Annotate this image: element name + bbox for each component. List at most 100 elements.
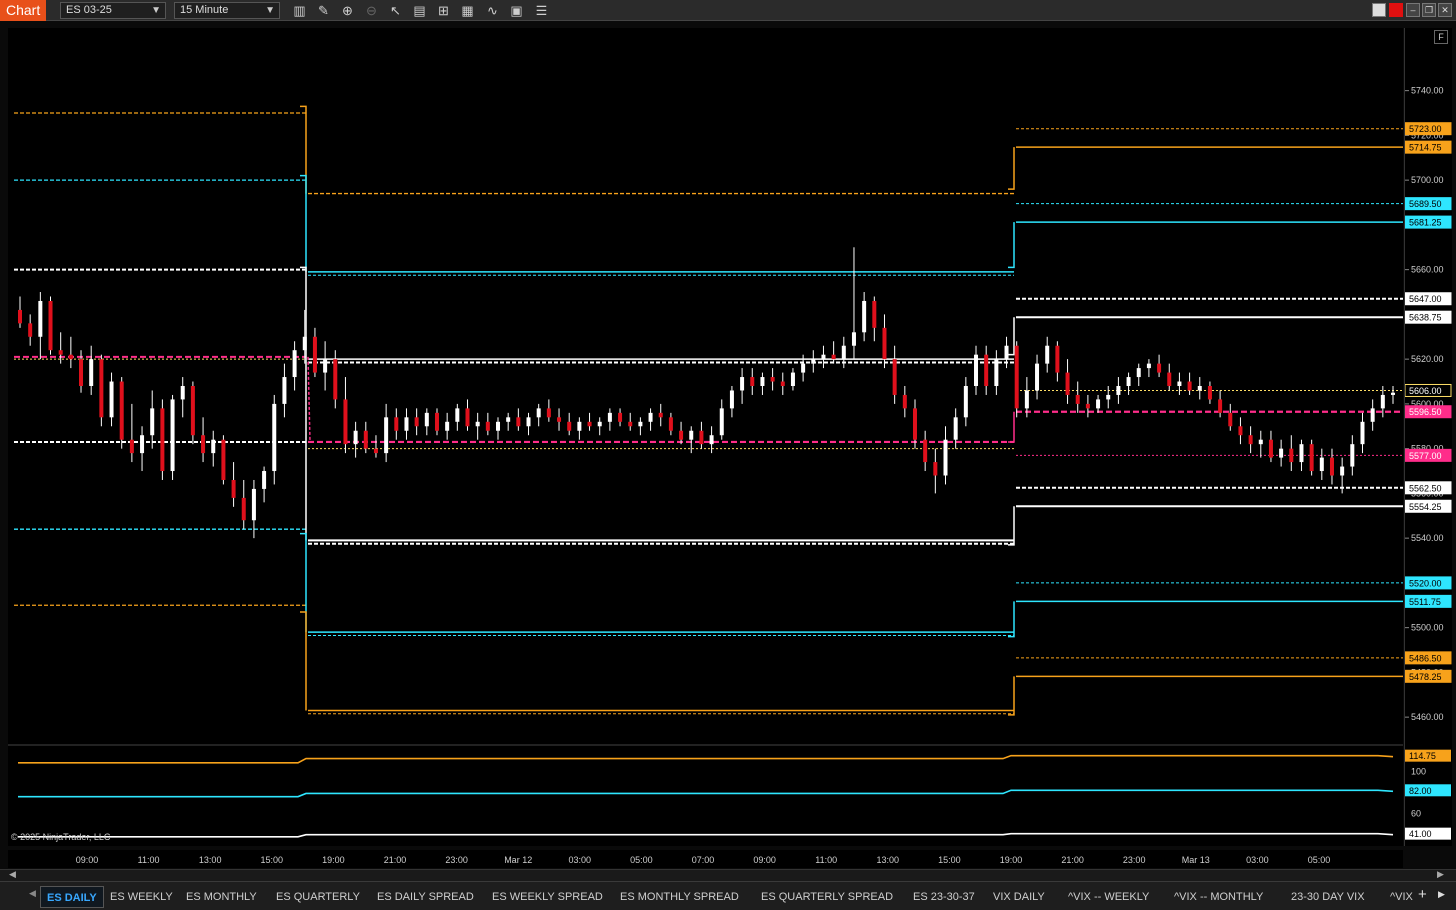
chart-panel[interactable]: © 2025 NinjaTrader, LLC xyxy=(8,28,1403,846)
candle-down xyxy=(18,309,22,324)
time-tick-label: 11:00 xyxy=(815,855,837,865)
price-tick-label: 5500.00 xyxy=(1411,623,1444,633)
chart-app-label[interactable]: Chart xyxy=(0,0,46,21)
candle-down xyxy=(1329,457,1334,476)
candle-down xyxy=(465,408,470,427)
price-flag: 5511.75 xyxy=(1404,594,1452,608)
instrument-selector[interactable]: ES 03-25 ▼ xyxy=(60,2,166,19)
tab-vix-daily[interactable]: VIX DAILY xyxy=(987,886,1051,908)
instrument-selector-value: ES 03-25 xyxy=(66,4,112,16)
pointer-icon[interactable]: ↖ xyxy=(387,2,404,19)
candle-up xyxy=(1197,386,1202,391)
tab-es-weekly[interactable]: ES WEEKLY xyxy=(104,886,179,908)
candle-up xyxy=(1106,394,1111,400)
candle-down xyxy=(699,430,704,445)
chart-toolbar: Chart ES 03-25 ▼ 15 Minute ▼ ▥ ✎ ⊕ ⊖ ↖ ▤… xyxy=(0,0,1456,21)
tab-scroll-left-icon[interactable]: ◀ xyxy=(29,888,36,899)
close-button[interactable]: ✕ xyxy=(1438,3,1452,17)
price-flag: 5520.00 xyxy=(1404,576,1452,590)
tab-vix-weekly[interactable]: ^VIX -- WEEKLY xyxy=(1062,886,1155,908)
link-red-button[interactable] xyxy=(1389,3,1403,17)
drawing-tool-icon[interactable]: ✎ xyxy=(315,2,332,19)
candle-down xyxy=(231,479,236,498)
instrument-overlay-icon[interactable]: ▦ xyxy=(459,2,476,19)
candle-up xyxy=(272,403,277,472)
level-magenta-connector xyxy=(307,356,311,442)
candle-down xyxy=(872,300,877,328)
indicator-flag-label: 82.00 xyxy=(1409,786,1432,796)
price-tick-label: 5700.00 xyxy=(1411,175,1444,185)
tab-es-daily-spread[interactable]: ES DAILY SPREAD xyxy=(371,886,480,908)
indicators-icon[interactable]: ∿ xyxy=(484,2,501,19)
candle-down xyxy=(68,354,73,360)
zoom-in-icon[interactable]: ⊕ xyxy=(339,2,356,19)
indicator-flag-label: 41.00 xyxy=(1409,829,1432,839)
candle-up xyxy=(577,421,582,431)
tab-es-monthly-spread[interactable]: ES MONTHLY SPREAD xyxy=(614,886,745,908)
data-box-icon[interactable]: ▤ xyxy=(411,2,428,19)
price-tick-label: 5740.00 xyxy=(1411,86,1444,96)
tab-es-monthly[interactable]: ES MONTHLY xyxy=(180,886,263,908)
chart-trader-icon[interactable]: ⊞ xyxy=(435,2,452,19)
candle-up xyxy=(109,381,114,418)
candle-down xyxy=(394,417,399,431)
price-flag-label: 5478.25 xyxy=(1409,672,1442,682)
price-flag-label: 5562.50 xyxy=(1409,483,1442,493)
price-flag-label: 5647.00 xyxy=(1409,294,1442,304)
price-flag: 5596.50 xyxy=(1404,405,1452,419)
tab-es-quarterly-spread[interactable]: ES QUARTERLY SPREAD xyxy=(755,886,899,908)
panel-f-button[interactable]: F xyxy=(1434,30,1448,44)
tab-scroll-right-icon[interactable]: ▶ xyxy=(1438,889,1445,900)
strategies-icon[interactable]: ▣ xyxy=(508,2,525,19)
candle-up xyxy=(1126,377,1131,386)
price-flag-label: 5723.00 xyxy=(1409,124,1442,134)
maximize-button[interactable]: ❐ xyxy=(1422,3,1436,17)
scroll-right-icon[interactable]: ▶ xyxy=(1437,869,1444,880)
candle-down xyxy=(516,417,521,427)
candle-up xyxy=(211,439,216,454)
price-flag: 5647.00 xyxy=(1404,292,1452,306)
link-color-button[interactable] xyxy=(1372,3,1386,17)
properties-icon[interactable]: ☰ xyxy=(533,2,550,19)
time-tick-label: 21:00 xyxy=(384,855,407,865)
candle-up xyxy=(282,377,287,404)
candle-up xyxy=(811,359,816,364)
time-axis-scale: 09:00 11:00 13:00 15:00 19:00 21:00 23:00 Mar 1… xyxy=(76,855,1331,865)
interval-selector[interactable]: 15 Minute ▼ xyxy=(174,2,280,19)
copyright-text: © 2025 NinjaTrader, LLC xyxy=(11,832,111,842)
tab-23-30-day-vix[interactable]: 23-30 DAY VIX xyxy=(1285,886,1371,908)
candle-down xyxy=(618,412,623,422)
minimize-button[interactable]: – xyxy=(1406,3,1420,17)
time-tick-label: 19:00 xyxy=(1000,855,1023,865)
candle-up xyxy=(38,300,43,337)
candle-up xyxy=(251,488,256,521)
time-tick-label: Mar 12 xyxy=(504,855,532,865)
price-tick-label: 5540.00 xyxy=(1411,533,1444,543)
tab-es-23-30-37[interactable]: ES 23-30-37 xyxy=(907,886,981,908)
add-tab-icon[interactable]: + xyxy=(1418,886,1427,903)
time-tick-label: 05:00 xyxy=(630,855,653,865)
candle-down xyxy=(912,408,917,440)
price-chart[interactable]: © 2025 NinjaTrader, LLC xyxy=(8,28,1403,846)
tab-es-quarterly[interactable]: ES QUARTERLY xyxy=(270,886,366,908)
candle-down xyxy=(1207,386,1212,400)
tab-vix-monthly[interactable]: ^VIX -- MONTHLY xyxy=(1168,886,1269,908)
candle-down xyxy=(221,439,226,480)
price-flag: 5562.50 xyxy=(1404,481,1452,495)
candle-up xyxy=(424,412,429,427)
tab-vix[interactable]: ^VIX xyxy=(1384,886,1419,908)
zoom-out-icon[interactable]: ⊖ xyxy=(363,2,380,19)
tab-es-weekly-spread[interactable]: ES WEEKLY SPREAD xyxy=(486,886,609,908)
scroll-left-icon[interactable]: ◀ xyxy=(9,869,16,880)
price-axis[interactable]: 5740.005720.005700.005680.005660.005640.… xyxy=(1404,28,1452,846)
bar-type-icon[interactable]: ▥ xyxy=(291,2,308,19)
candle-up xyxy=(1350,444,1355,467)
candle-up xyxy=(180,386,185,400)
candle-up xyxy=(536,408,541,418)
horizontal-scrollbar[interactable]: ◀ ▶ xyxy=(0,869,1456,881)
price-flag-label: 5638.75 xyxy=(1409,313,1442,323)
candle-down xyxy=(1157,363,1162,373)
time-axis[interactable]: 09:00 11:00 13:00 15:00 19:00 21:00 23:00 Mar 1… xyxy=(8,850,1403,868)
tab-es-daily[interactable]: ES DAILY xyxy=(40,886,104,908)
level-step-orange-low-3 xyxy=(1008,676,1015,716)
